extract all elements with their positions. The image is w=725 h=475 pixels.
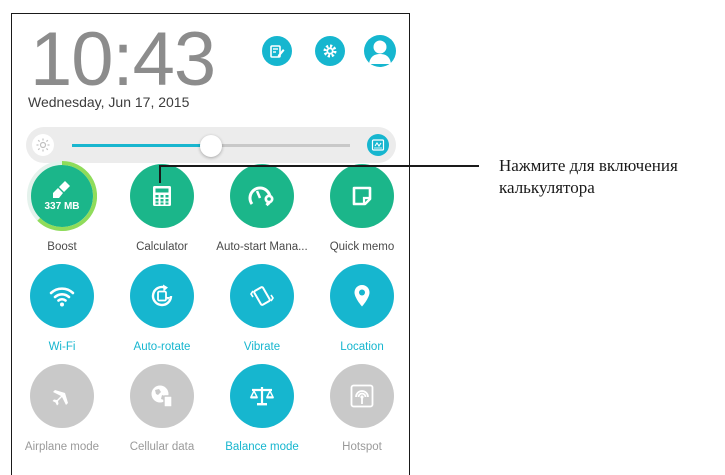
tile-auto-rotate[interactable]: Auto-rotate [112, 264, 212, 354]
tile-label: Calculator [136, 241, 188, 253]
clock-date: Wednesday, Jun 17, 2015 [28, 94, 190, 110]
tile-balance-mode[interactable]: Balance mode [212, 364, 312, 454]
tile-label: Airplane mode [24, 441, 100, 453]
location-pin-icon [354, 285, 370, 307]
tile-label: Boost [47, 241, 77, 253]
boost-button[interactable]: 337 MB [27, 161, 97, 231]
tile-cellular-data[interactable]: Cellular data [112, 364, 212, 454]
tile-label: Auto-rotate [133, 341, 191, 353]
globe-phone-icon [151, 385, 173, 408]
vibrate-icon [250, 286, 274, 306]
auto-brightness-icon [36, 138, 50, 152]
tile-airplane-mode[interactable]: Airplane mode [12, 364, 112, 454]
quick-settings-panel: 10:43 Wednesday, Jun 17, 2015 337 MB Boo… [11, 13, 410, 475]
auto-start-button[interactable] [230, 164, 294, 228]
tile-label: Vibrate [243, 341, 281, 353]
vibrate-button[interactable] [230, 264, 294, 328]
callout-text: Нажмите для включения калькулятора [499, 155, 725, 199]
tile-location[interactable]: Location [312, 264, 409, 354]
gear-icon [323, 44, 337, 58]
boost-memory-badge: 337 MB [44, 201, 80, 212]
settings-button[interactable] [315, 36, 345, 66]
tile-label: Quick memo [329, 241, 395, 253]
auto-rotate-button[interactable] [130, 264, 194, 328]
user-avatar-button[interactable] [364, 35, 396, 67]
balance-mode-button[interactable] [230, 364, 294, 428]
tile-hotspot[interactable]: Hotspot [312, 364, 409, 454]
calculator-icon [153, 186, 171, 206]
tile-calculator[interactable]: Calculator [112, 164, 212, 254]
brightness-bar [26, 127, 396, 163]
tile-label: Cellular data [129, 441, 195, 453]
callout-line-1: Нажмите для включения [499, 156, 678, 175]
tile-auto-start-manager[interactable]: Auto-start Mana... [212, 164, 312, 254]
airplane-mode-button[interactable] [30, 364, 94, 428]
location-button[interactable] [330, 264, 394, 328]
gauge-wrench-icon [248, 186, 274, 207]
brightness-fill [72, 144, 211, 147]
callout-line [160, 165, 479, 167]
memo-icon [352, 186, 372, 206]
cellular-data-button[interactable] [130, 364, 194, 428]
tile-label: Balance mode [225, 441, 299, 453]
balance-scale-icon [249, 387, 275, 406]
wifi-icon [49, 287, 75, 307]
tile-label: Auto-start Mana... [216, 241, 308, 253]
user-avatar-icon [369, 40, 391, 64]
tile-label: Hotspot [342, 441, 382, 453]
callout-pointer [159, 165, 161, 183]
rotate-icon [151, 284, 173, 307]
auto-mode-button[interactable] [367, 134, 389, 156]
airplane-icon [52, 387, 71, 406]
edit-icon [270, 45, 285, 58]
auto-icon [371, 139, 385, 151]
brightness-track[interactable] [72, 135, 350, 157]
auto-brightness-toggle[interactable] [32, 134, 54, 156]
hotspot-icon [350, 384, 374, 408]
tile-quick-memo[interactable]: Quick memo [312, 164, 409, 254]
edit-button[interactable] [262, 36, 292, 66]
wifi-button[interactable] [30, 264, 94, 328]
quick-memo-button[interactable] [330, 164, 394, 228]
tile-boost[interactable]: 337 MB Boost [12, 161, 112, 254]
calculator-button[interactable] [130, 164, 194, 228]
clock-time: 10:43 [30, 17, 216, 102]
broom-icon [52, 181, 70, 198]
hotspot-button[interactable] [330, 364, 394, 428]
brightness-thumb[interactable] [200, 135, 222, 157]
tile-wifi[interactable]: Wi-Fi [12, 264, 112, 354]
tile-label: Wi-Fi [48, 341, 76, 353]
callout-line-2: калькулятора [499, 178, 595, 197]
tile-label: Location [340, 341, 384, 353]
tile-vibrate[interactable]: Vibrate [212, 264, 312, 354]
